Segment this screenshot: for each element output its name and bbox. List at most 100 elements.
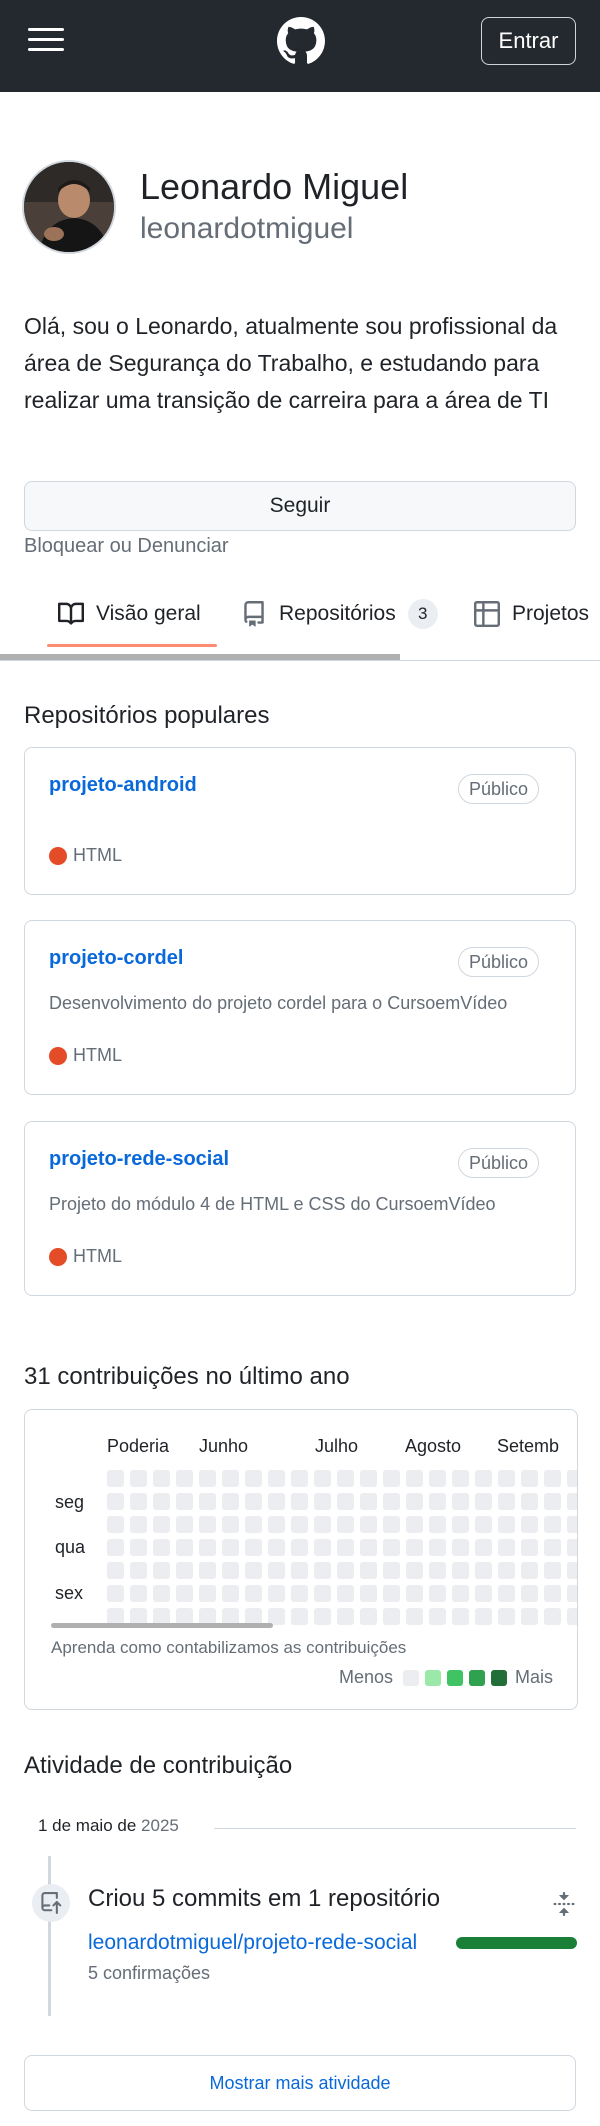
contribution-cell[interactable] [429,1493,446,1510]
contribution-cell[interactable] [176,1585,193,1602]
contribution-cell[interactable] [521,1493,538,1510]
contribution-cell[interactable] [383,1539,400,1556]
contribution-cell[interactable] [245,1562,262,1579]
contribution-cell[interactable] [314,1493,331,1510]
contribution-cell[interactable] [153,1516,170,1533]
contribution-cell[interactable] [521,1516,538,1533]
contribution-cell[interactable] [337,1539,354,1556]
contribution-cell[interactable] [130,1493,147,1510]
contribution-cell[interactable] [222,1493,239,1510]
contribution-cell[interactable] [544,1585,561,1602]
contribution-cell[interactable] [521,1608,538,1625]
contribution-cell[interactable] [360,1539,377,1556]
contribution-cell[interactable] [153,1562,170,1579]
contribution-cell[interactable] [314,1470,331,1487]
contribution-cell[interactable] [245,1516,262,1533]
contribution-cell[interactable] [107,1470,124,1487]
contribution-cell[interactable] [291,1585,308,1602]
contribution-cell[interactable] [360,1516,377,1533]
contribution-cell[interactable] [452,1585,469,1602]
contribution-cell[interactable] [498,1585,515,1602]
contribution-cell[interactable] [475,1516,492,1533]
contribution-cell[interactable] [130,1516,147,1533]
contribution-cell[interactable] [199,1562,216,1579]
repo-name-link[interactable]: projeto-rede-social [49,1148,229,1171]
fold-icon[interactable] [552,1892,576,1916]
contribution-cell[interactable] [222,1585,239,1602]
contribution-cell[interactable] [107,1493,124,1510]
contribution-cell[interactable] [268,1585,285,1602]
contribution-cell[interactable] [406,1470,423,1487]
contribution-cell[interactable] [360,1585,377,1602]
contribution-cell[interactable] [199,1493,216,1510]
contribution-cell[interactable] [268,1516,285,1533]
contribution-cell[interactable] [268,1493,285,1510]
contribution-cell[interactable] [475,1470,492,1487]
block-report-link[interactable]: Bloquear ou Denunciar [24,535,229,558]
contribution-cell[interactable] [360,1608,377,1625]
contribution-cell[interactable] [314,1608,331,1625]
repo-name-link[interactable]: projeto-cordel [49,947,183,970]
contribution-cell[interactable] [475,1493,492,1510]
contribution-cell[interactable] [337,1562,354,1579]
contribution-cell[interactable] [521,1470,538,1487]
hamburger-icon[interactable] [28,28,64,52]
show-more-activity-button[interactable]: Mostrar mais atividade [24,2055,576,2111]
contribution-cell[interactable] [567,1585,577,1602]
contribution-cell[interactable] [314,1539,331,1556]
contribution-cell[interactable] [291,1562,308,1579]
signin-button[interactable]: Entrar [481,17,576,65]
contribution-cell[interactable] [567,1470,577,1487]
contribution-cell[interactable] [498,1516,515,1533]
contribution-cell[interactable] [383,1516,400,1533]
contribution-cell[interactable] [245,1585,262,1602]
contribution-cell[interactable] [107,1516,124,1533]
contribution-cell[interactable] [544,1516,561,1533]
contribution-cell[interactable] [452,1539,469,1556]
contribution-cell[interactable] [383,1585,400,1602]
contribution-cell[interactable] [475,1539,492,1556]
contribution-cell[interactable] [153,1493,170,1510]
tab-projects[interactable]: Projetos [474,594,589,634]
contribution-cell[interactable] [452,1470,469,1487]
commit-repo-link[interactable]: leonardotmiguel/projeto-rede-social [88,1931,417,1955]
contribution-cell[interactable] [544,1539,561,1556]
contribution-cell[interactable] [521,1585,538,1602]
contribution-cell[interactable] [291,1470,308,1487]
contribution-cell[interactable] [521,1539,538,1556]
contribution-cell[interactable] [429,1470,446,1487]
contribution-cell[interactable] [498,1539,515,1556]
contribution-cell[interactable] [153,1539,170,1556]
contribution-cell[interactable] [544,1608,561,1625]
contribution-cell[interactable] [544,1562,561,1579]
contribution-cell[interactable] [337,1470,354,1487]
contribution-cell[interactable] [245,1493,262,1510]
contribution-cell[interactable] [245,1470,262,1487]
contribution-cell[interactable] [406,1608,423,1625]
tab-repositories[interactable]: Repositórios 3 [241,594,438,634]
contribution-cell[interactable] [268,1562,285,1579]
contribution-cell[interactable] [337,1493,354,1510]
contribution-cell[interactable] [406,1539,423,1556]
contribution-cell[interactable] [176,1516,193,1533]
contribution-cell[interactable] [406,1516,423,1533]
contribution-cell[interactable] [567,1493,577,1510]
contribution-cell[interactable] [452,1608,469,1625]
contribution-cell[interactable] [406,1585,423,1602]
contribution-cell[interactable] [337,1585,354,1602]
contribution-cell[interactable] [383,1470,400,1487]
contribution-cell[interactable] [222,1539,239,1556]
contribution-cell[interactable] [544,1493,561,1510]
contribution-cell[interactable] [176,1539,193,1556]
contribution-cell[interactable] [153,1470,170,1487]
contribution-cell[interactable] [498,1470,515,1487]
contribution-cell[interactable] [291,1493,308,1510]
tab-overview[interactable]: Visão geral [58,594,201,634]
contribution-cell[interactable] [337,1608,354,1625]
contribution-cell[interactable] [222,1516,239,1533]
contribution-cell[interactable] [130,1562,147,1579]
contribution-cell[interactable] [521,1562,538,1579]
contribution-cell[interactable] [383,1562,400,1579]
contribution-cell[interactable] [544,1470,561,1487]
contribution-cell[interactable] [314,1562,331,1579]
